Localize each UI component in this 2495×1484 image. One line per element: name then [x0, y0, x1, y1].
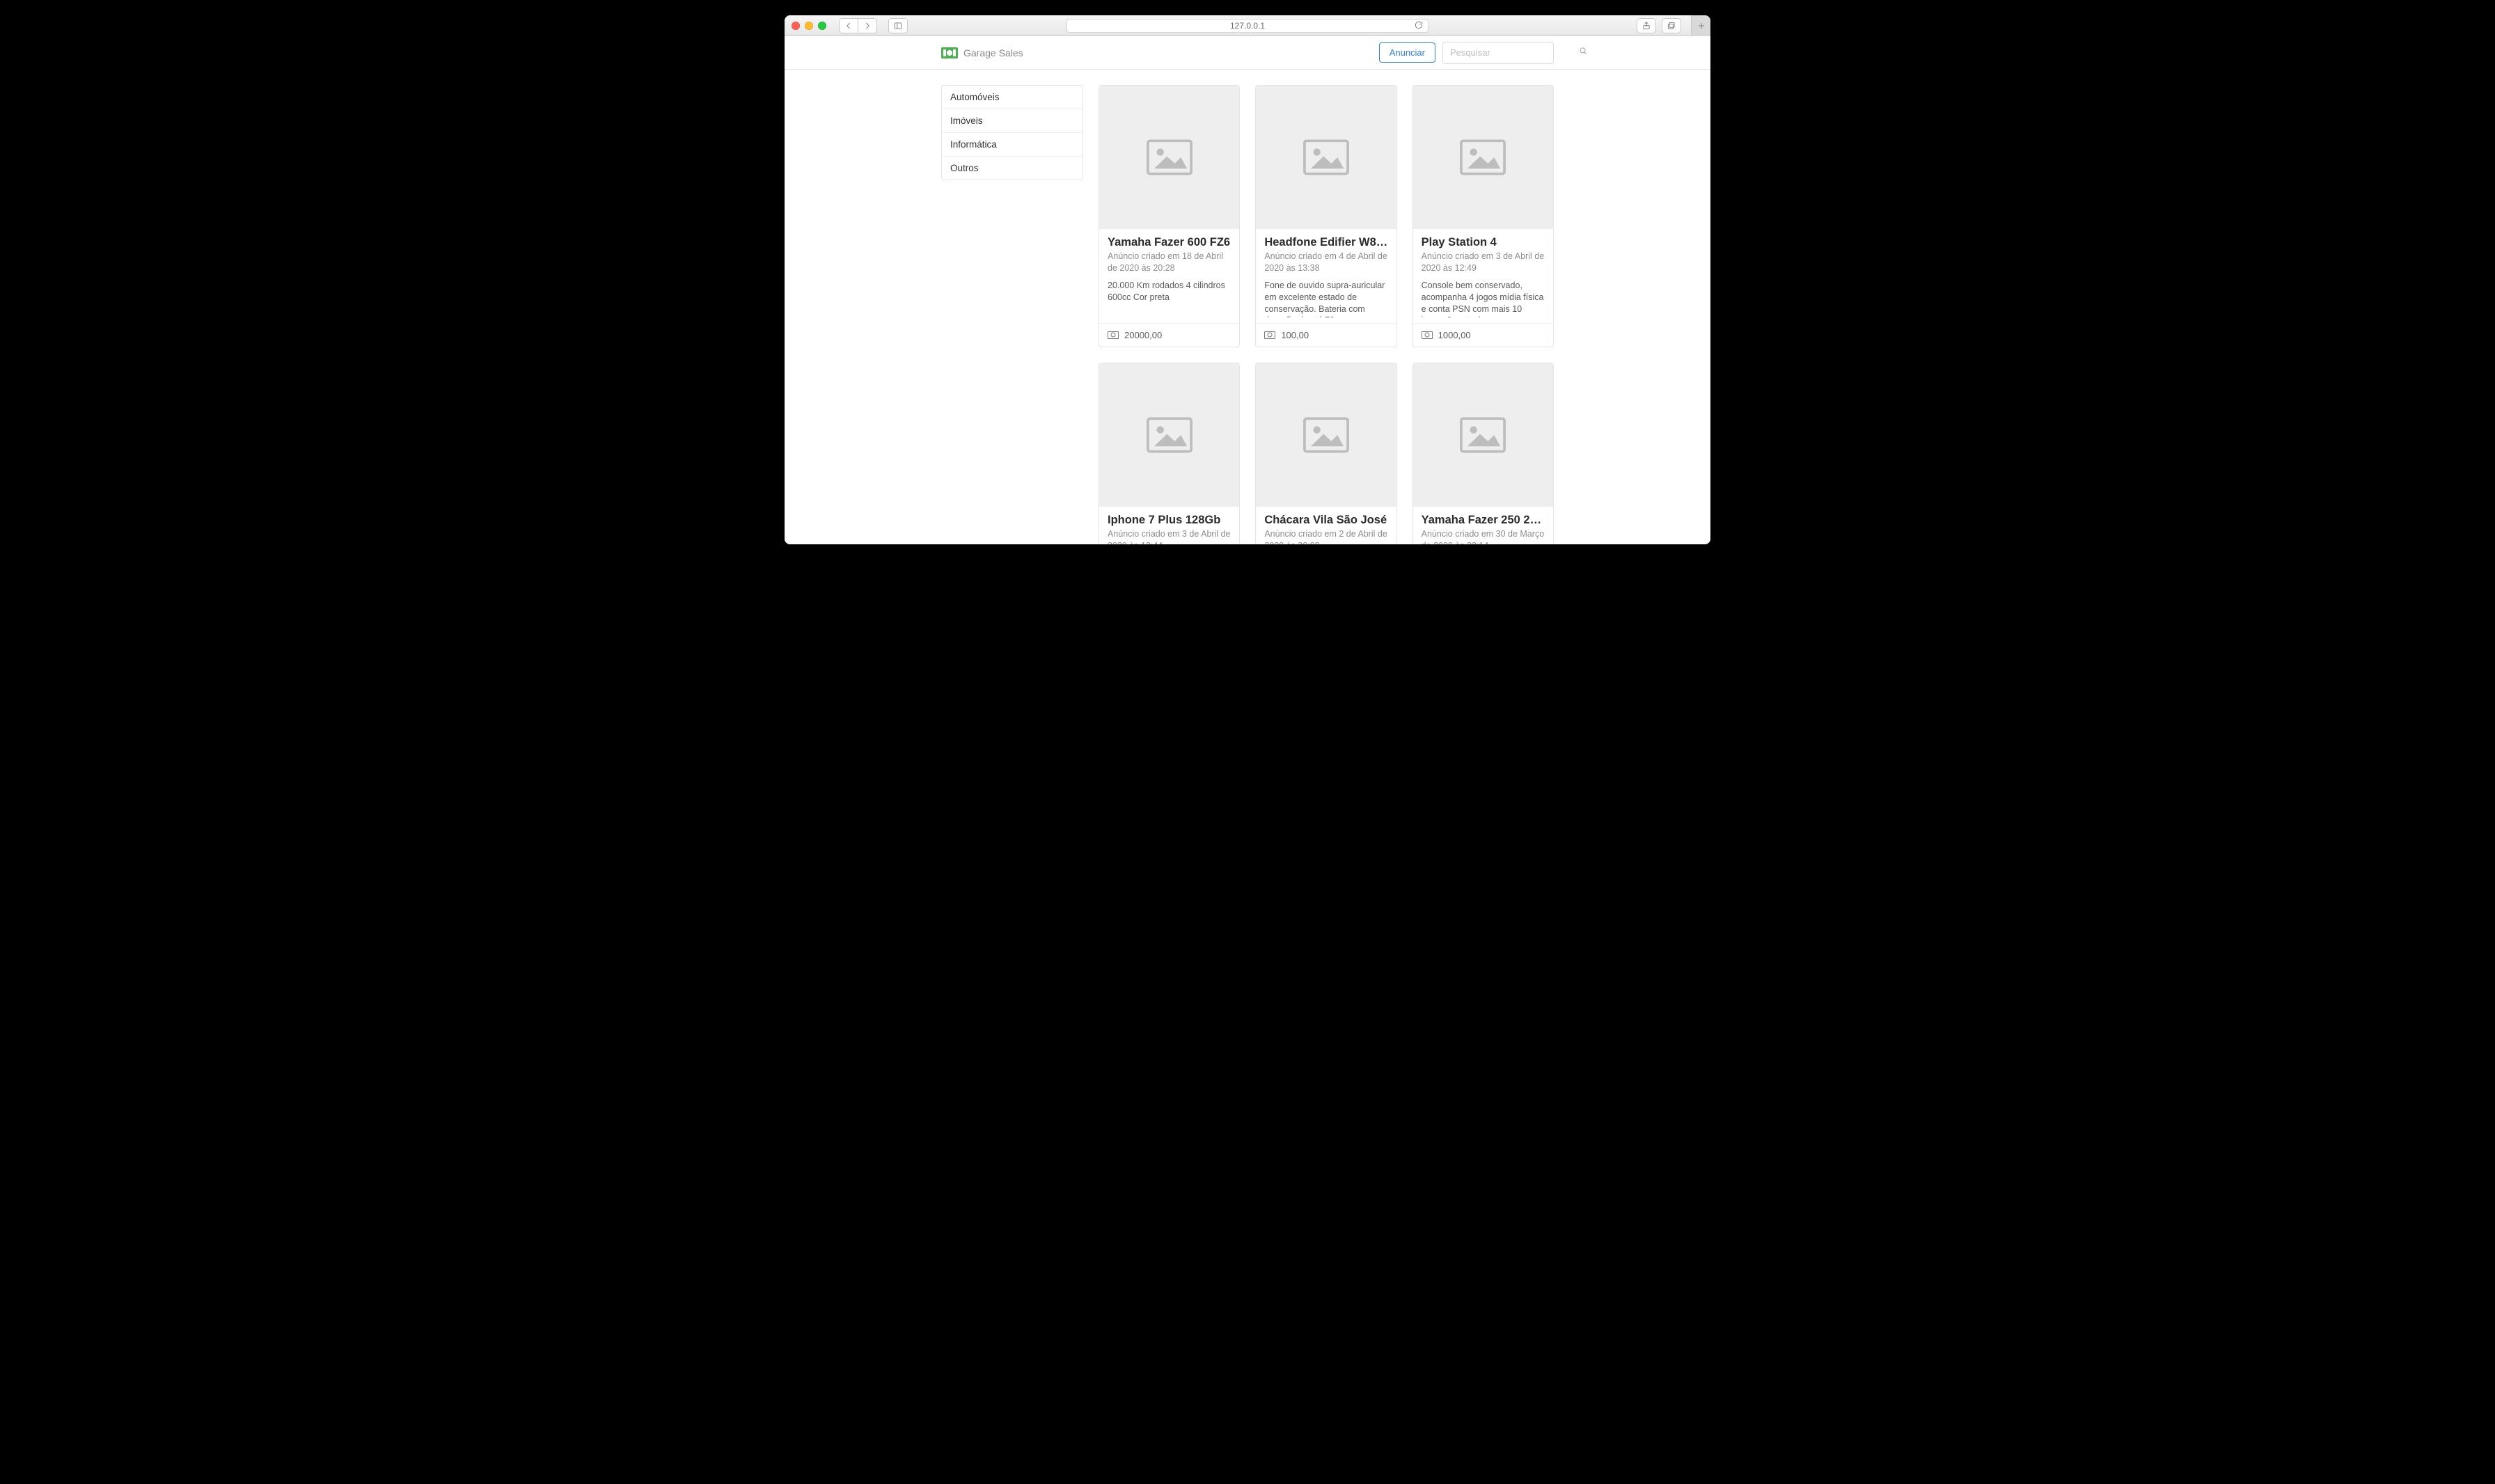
- reload-button[interactable]: [1414, 20, 1424, 32]
- listing-desc: Console bem conservado, acompanha 4 jogo…: [1422, 280, 1545, 317]
- listing-title: Play Station 4: [1422, 236, 1545, 249]
- share-icon: [1642, 21, 1651, 31]
- listing-meta: Anúncio criado em 2 de Abril de 2020 às …: [1264, 528, 1387, 544]
- browser-titlebar: 127.0.0.1: [785, 15, 1710, 36]
- chevron-right-icon: [863, 21, 872, 31]
- listing-title: Iphone 7 Plus 128Gb: [1108, 514, 1231, 527]
- plus-icon: [1697, 21, 1706, 31]
- back-button[interactable]: [839, 18, 858, 33]
- cash-logo-icon: [941, 47, 958, 58]
- price-icon: [1422, 331, 1433, 339]
- image-placeholder-icon: [1144, 136, 1195, 178]
- category-sidebar: Automóveis Imóveis Informática Outros: [941, 85, 1083, 544]
- listing-price: 1000,00: [1438, 330, 1471, 340]
- sidebar-toggle-group: [888, 18, 908, 33]
- viewport: Garage Sales Anunciar: [785, 36, 1710, 544]
- listing-footer: 20000,00: [1099, 323, 1239, 347]
- listing-desc: 20.000 Km rodados 4 cilindros 600cc Cor …: [1108, 280, 1231, 303]
- listing-thumb: [1099, 86, 1239, 229]
- listing-grid: Yamaha Fazer 600 FZ6 Anúncio criado em 1…: [1099, 85, 1554, 544]
- image-placeholder-icon: [1300, 136, 1352, 178]
- listing-meta: Anúncio criado em 18 de Abril de 2020 às…: [1108, 251, 1231, 274]
- sidebar-toggle-button[interactable]: [888, 18, 908, 33]
- listing-thumb: [1413, 86, 1553, 229]
- site-navbar: Garage Sales Anunciar: [785, 36, 1710, 70]
- listing-meta: Anúncio criado em 4 de Abril de 2020 às …: [1264, 251, 1387, 274]
- sidebar-icon: [893, 21, 903, 31]
- listing-thumb: [1256, 363, 1396, 507]
- listing-card[interactable]: Yamaha Fazer 600 FZ6 Anúncio criado em 1…: [1099, 85, 1240, 347]
- price-icon: [1108, 331, 1119, 339]
- announce-button[interactable]: Anunciar: [1379, 42, 1435, 63]
- listing-card[interactable]: Iphone 7 Plus 128Gb Anúncio criado em 3 …: [1099, 363, 1240, 544]
- category-item[interactable]: Outros: [942, 157, 1083, 180]
- image-placeholder-icon: [1457, 136, 1509, 178]
- listing-footer: 1000,00: [1413, 323, 1553, 347]
- address-bar[interactable]: 127.0.0.1: [1067, 19, 1428, 33]
- category-item[interactable]: Informática: [942, 133, 1083, 157]
- listing-title: Chácara Vila São José: [1264, 514, 1387, 527]
- forward-button[interactable]: [858, 18, 877, 33]
- listing-thumb: [1256, 86, 1396, 229]
- close-window-button[interactable]: [792, 22, 800, 30]
- listing-desc: Fone de ouvido supra-auricular em excele…: [1264, 280, 1387, 317]
- brand-text: Garage Sales: [963, 47, 1023, 58]
- listing-footer: 100,00: [1256, 323, 1396, 347]
- content: Automóveis Imóveis Informática Outros Ya…: [941, 85, 1554, 544]
- listing-card[interactable]: Headfone Edifier W800BT ... Anúncio cria…: [1255, 85, 1396, 347]
- listing-card[interactable]: Play Station 4 Anúncio criado em 3 de Ab…: [1412, 85, 1554, 347]
- listing-price: 100,00: [1281, 330, 1309, 340]
- listing-price: 20000,00: [1124, 330, 1162, 340]
- window-controls: [792, 22, 826, 30]
- category-item[interactable]: Imóveis: [942, 109, 1083, 133]
- listing-meta: Anúncio criado em 3 de Abril de 2020 às …: [1108, 528, 1231, 544]
- address-text: 127.0.0.1: [1230, 21, 1265, 31]
- chevron-left-icon: [844, 21, 853, 31]
- tabs-icon: [1667, 21, 1676, 31]
- fullscreen-window-button[interactable]: [818, 22, 826, 30]
- listing-thumb: [1413, 363, 1553, 507]
- image-placeholder-icon: [1144, 414, 1195, 456]
- page: Garage Sales Anunciar: [785, 36, 1710, 544]
- listing-title: Headfone Edifier W800BT ...: [1264, 236, 1387, 249]
- search-box[interactable]: [1442, 42, 1554, 64]
- price-icon: [1264, 331, 1275, 339]
- listing-meta: Anúncio criado em 3 de Abril de 2020 às …: [1422, 251, 1545, 274]
- nav-back-forward: [839, 18, 877, 33]
- search-icon: [1578, 46, 1588, 59]
- image-placeholder-icon: [1457, 414, 1509, 456]
- tabs-button[interactable]: [1662, 18, 1681, 33]
- share-button[interactable]: [1637, 18, 1656, 33]
- listing-card[interactable]: Chácara Vila São José Anúncio criado em …: [1255, 363, 1396, 544]
- new-tab-button[interactable]: [1691, 15, 1710, 36]
- browser-window: 127.0.0.1 Garage: [785, 15, 1710, 544]
- listing-meta: Anúncio criado em 30 de Março de 2020 às…: [1422, 528, 1545, 544]
- listing-title: Yamaha Fazer 250 2019: [1422, 514, 1545, 527]
- listing-thumb: [1099, 363, 1239, 507]
- listing-card[interactable]: Yamaha Fazer 250 2019 Anúncio criado em …: [1412, 363, 1554, 544]
- reload-icon: [1414, 20, 1424, 30]
- category-list: Automóveis Imóveis Informática Outros: [941, 85, 1083, 180]
- category-item[interactable]: Automóveis: [942, 86, 1083, 109]
- search-input[interactable]: [1450, 47, 1573, 58]
- brand-link[interactable]: Garage Sales: [941, 47, 1023, 58]
- listing-title: Yamaha Fazer 600 FZ6: [1108, 236, 1231, 249]
- image-placeholder-icon: [1300, 414, 1352, 456]
- minimize-window-button[interactable]: [805, 22, 813, 30]
